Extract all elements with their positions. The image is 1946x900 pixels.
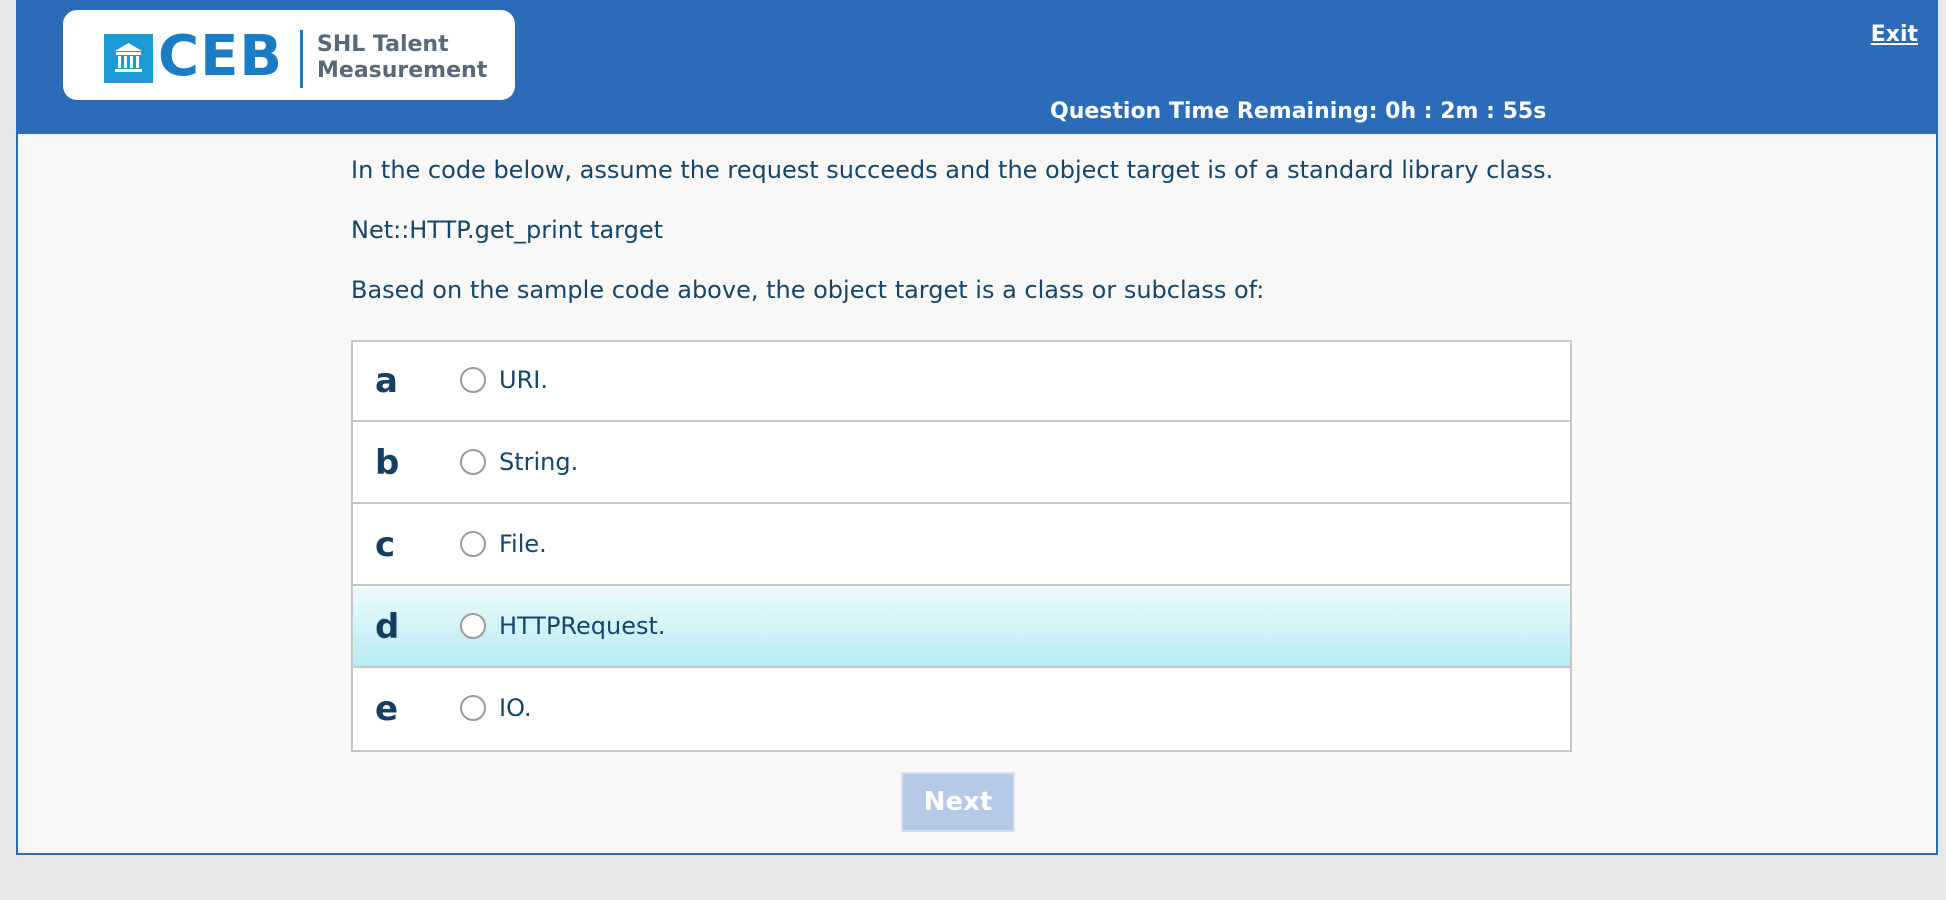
radio-button[interactable] xyxy=(460,613,486,639)
option-letter: b xyxy=(375,443,400,483)
logo-brand: CEB xyxy=(158,24,284,89)
option-text: String. xyxy=(499,448,579,476)
radio-button[interactable] xyxy=(460,367,486,393)
option-text: URI. xyxy=(499,366,548,394)
question-area: In the code below, assume the request su… xyxy=(351,154,1591,334)
option-b[interactable]: b String. xyxy=(353,424,1570,504)
option-letter: d xyxy=(375,607,400,647)
question-code: Net::HTTP.get_print target xyxy=(351,216,664,244)
question-prompt: Based on the sample code above, the obje… xyxy=(351,276,1265,304)
option-letter: c xyxy=(375,525,396,565)
logo: CEB SHL Talent Measurement xyxy=(63,10,515,100)
option-text: File. xyxy=(499,530,547,558)
option-a[interactable]: a URI. xyxy=(353,342,1570,422)
header-bar: CEB SHL Talent Measurement Exit Question… xyxy=(18,0,1936,134)
logo-subtitle-line1: SHL Talent xyxy=(317,32,449,57)
option-text: HTTPRequest. xyxy=(499,612,666,640)
logo-subtitle-line2: Measurement xyxy=(317,58,488,83)
exit-link[interactable]: Exit xyxy=(1871,22,1918,47)
option-e[interactable]: e IO. xyxy=(353,670,1570,750)
option-letter: e xyxy=(375,689,399,729)
next-button[interactable]: Next xyxy=(901,772,1015,832)
question-intro: In the code below, assume the request su… xyxy=(351,156,1554,184)
building-icon xyxy=(104,34,153,83)
answer-options: a URI. b String. c File. d HTTPRequest. … xyxy=(351,340,1572,752)
logo-subtitle: SHL Talent Measurement xyxy=(317,32,507,84)
radio-button[interactable] xyxy=(460,695,486,721)
option-text: IO. xyxy=(499,694,532,722)
radio-button[interactable] xyxy=(460,531,486,557)
radio-button[interactable] xyxy=(460,449,486,475)
question-timer: Question Time Remaining: 0h : 2m : 55s xyxy=(1050,99,1547,124)
option-c[interactable]: c File. xyxy=(353,506,1570,586)
option-d[interactable]: d HTTPRequest. xyxy=(353,588,1570,668)
logo-divider xyxy=(300,30,303,88)
option-letter: a xyxy=(375,361,398,401)
